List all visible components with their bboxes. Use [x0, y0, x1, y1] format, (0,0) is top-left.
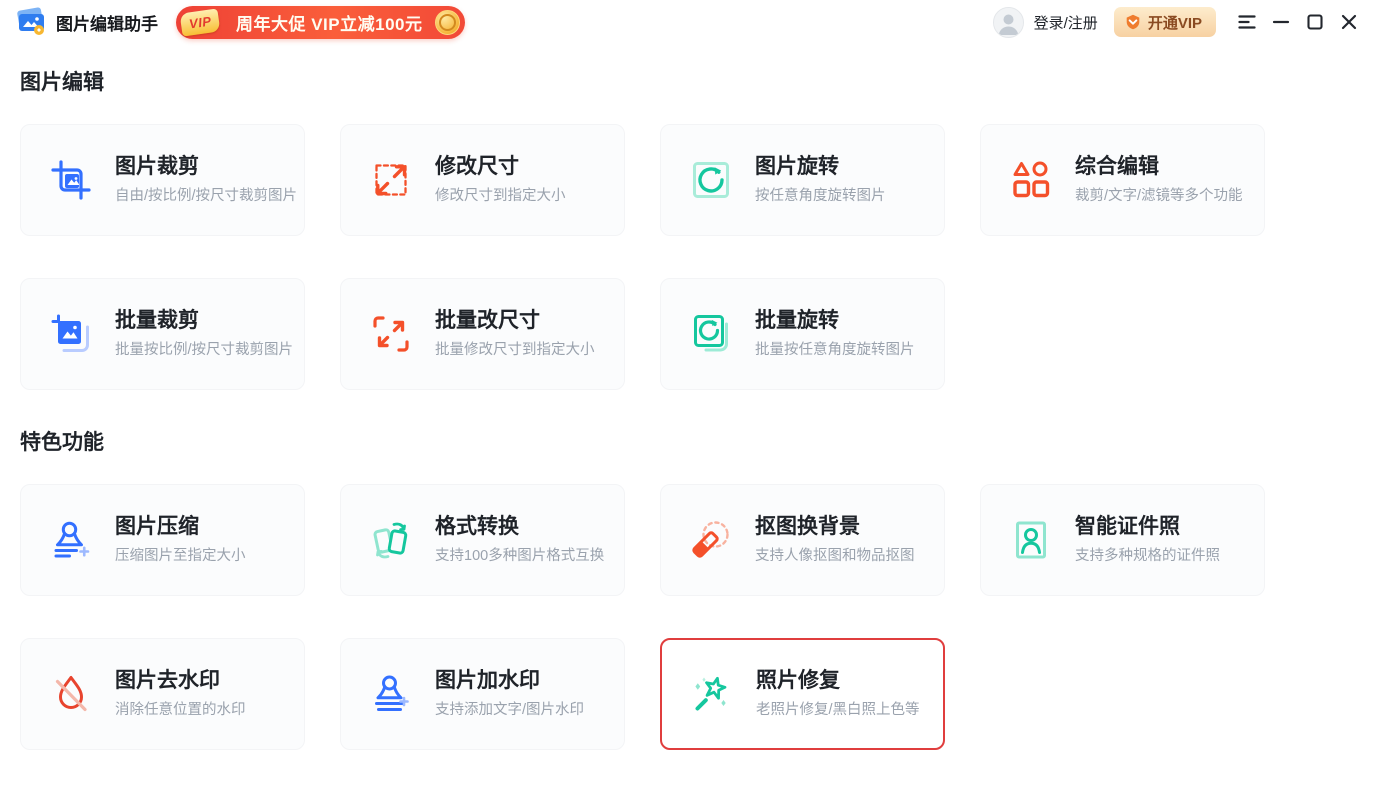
card-title: 图片去水印 — [115, 669, 246, 693]
card-title: 批量旋转 — [755, 309, 915, 333]
card-subtitle: 消除任意位置的水印 — [115, 702, 246, 719]
card-remove-watermark[interactable]: 图片去水印 消除任意位置的水印 — [20, 638, 305, 750]
card-title: 格式转换 — [435, 515, 604, 539]
maximize-icon[interactable] — [1306, 13, 1324, 31]
avatar[interactable] — [993, 7, 1024, 38]
card-subtitle: 批量按比例/按尺寸裁剪图片 — [115, 342, 293, 359]
id-photo-icon — [1009, 518, 1053, 562]
login-register-link[interactable]: 登录/注册 — [1034, 12, 1098, 33]
close-icon[interactable] — [1340, 13, 1358, 31]
card-image-crop[interactable]: 图片裁剪 自由/按比例/按尺寸裁剪图片 — [20, 124, 305, 236]
card-photo-repair[interactable]: 照片修复 老照片修复/黑白照上色等 — [660, 638, 945, 750]
card-title: 图片压缩 — [115, 515, 246, 539]
shapes-icon — [1009, 158, 1053, 202]
card-subtitle: 支持人像抠图和物品抠图 — [755, 548, 915, 565]
card-add-watermark[interactable]: 图片加水印 支持添加文字/图片水印 — [340, 638, 625, 750]
card-title: 修改尺寸 — [435, 155, 566, 179]
open-vip-button[interactable]: 开通VIP — [1114, 7, 1216, 37]
format-convert-icon — [369, 518, 413, 562]
card-subtitle: 压缩图片至指定大小 — [115, 548, 246, 565]
card-subtitle: 自由/按比例/按尺寸裁剪图片 — [115, 188, 297, 205]
card-composite-edit[interactable]: 综合编辑 裁剪/文字/滤镜等多个功能 — [980, 124, 1265, 236]
card-title: 照片修复 — [756, 669, 920, 693]
featured-grid: 图片压缩 压缩图片至指定大小 格式转换 支持100多种图片格式互换 — [20, 484, 1356, 750]
card-cutout-background[interactable]: 抠图换背景 支持人像抠图和物品抠图 — [660, 484, 945, 596]
card-subtitle: 支持添加文字/图片水印 — [435, 702, 584, 719]
card-subtitle: 批量按任意角度旋转图片 — [755, 342, 915, 359]
section-title-image-edit: 图片编辑 — [20, 70, 1356, 96]
card-id-photo[interactable]: 智能证件照 支持多种规格的证件照 — [980, 484, 1265, 596]
remove-watermark-icon — [49, 672, 93, 716]
batch-resize-icon — [369, 312, 413, 356]
card-compress[interactable]: 图片压缩 压缩图片至指定大小 — [20, 484, 305, 596]
card-subtitle: 老照片修复/黑白照上色等 — [756, 702, 920, 719]
title-bar: 图片编辑助手 VIP 周年大促 VIP立减100元 登录/注册 开通VIP — [0, 0, 1376, 44]
section-title-featured: 特色功能 — [20, 430, 1356, 456]
vip-badge-icon: VIP — [180, 8, 221, 36]
card-title: 抠图换背景 — [755, 515, 915, 539]
crop-icon — [49, 158, 93, 202]
compress-icon — [49, 518, 93, 562]
photo-repair-icon — [690, 672, 734, 716]
promo-text: 周年大促 VIP立减100元 — [236, 10, 423, 35]
main-content: 图片编辑 图片裁剪 自由/按比例/按尺寸裁剪图片 — [0, 70, 1376, 750]
card-title: 图片加水印 — [435, 669, 584, 693]
minimize-icon[interactable] — [1272, 13, 1290, 31]
menu-icon[interactable] — [1238, 13, 1256, 31]
card-subtitle: 批量修改尺寸到指定大小 — [435, 342, 595, 359]
card-title: 批量裁剪 — [115, 309, 293, 333]
card-title: 综合编辑 — [1075, 155, 1243, 179]
open-vip-label: 开通VIP — [1148, 12, 1202, 33]
card-subtitle: 裁剪/文字/滤镜等多个功能 — [1075, 188, 1243, 205]
card-title: 批量改尺寸 — [435, 309, 595, 333]
vip-shield-icon — [1124, 13, 1142, 31]
card-title: 图片裁剪 — [115, 155, 297, 179]
add-watermark-icon — [369, 672, 413, 716]
batch-rotate-icon — [689, 312, 733, 356]
card-title: 图片旋转 — [755, 155, 886, 179]
card-batch-rotate[interactable]: 批量旋转 批量按任意角度旋转图片 — [660, 278, 945, 390]
card-format-convert[interactable]: 格式转换 支持100多种图片格式互换 — [340, 484, 625, 596]
card-resize[interactable]: 修改尺寸 修改尺寸到指定大小 — [340, 124, 625, 236]
card-subtitle: 支持多种规格的证件照 — [1075, 548, 1220, 565]
rotate-icon — [689, 158, 733, 202]
resize-icon — [369, 158, 413, 202]
vip-promo-banner[interactable]: VIP 周年大促 VIP立减100元 — [176, 6, 465, 39]
app-title: 图片编辑助手 — [56, 10, 158, 35]
card-rotate[interactable]: 图片旋转 按任意角度旋转图片 — [660, 124, 945, 236]
card-batch-crop[interactable]: 批量裁剪 批量按比例/按尺寸裁剪图片 — [20, 278, 305, 390]
card-subtitle: 支持100多种图片格式互换 — [435, 548, 604, 565]
app-logo-icon — [12, 6, 48, 38]
batch-crop-icon — [49, 312, 93, 356]
card-title: 智能证件照 — [1075, 515, 1220, 539]
card-subtitle: 按任意角度旋转图片 — [755, 188, 886, 205]
card-batch-resize[interactable]: 批量改尺寸 批量修改尺寸到指定大小 — [340, 278, 625, 390]
window-controls — [1238, 13, 1358, 31]
card-subtitle: 修改尺寸到指定大小 — [435, 188, 566, 205]
cutout-icon — [689, 518, 733, 562]
image-edit-grid: 图片裁剪 自由/按比例/按尺寸裁剪图片 修改尺寸 修改尺寸到指定大小 — [20, 124, 1356, 390]
gold-coin-icon — [435, 10, 460, 35]
